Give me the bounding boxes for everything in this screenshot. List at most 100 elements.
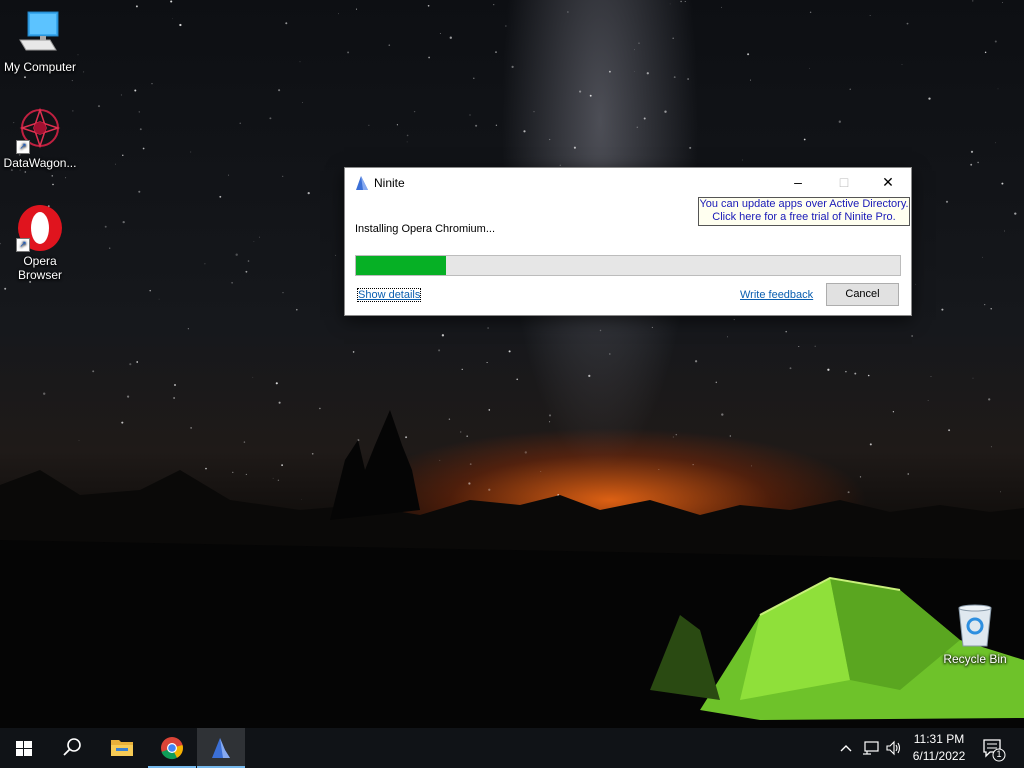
star (869, 15, 871, 16)
install-progress-bar (355, 255, 901, 276)
star (296, 308, 298, 311)
taskbar: 11:31 PM 6/11/2022 1 (0, 728, 1024, 768)
star (487, 327, 489, 329)
ninite-icon (212, 738, 230, 758)
cancel-button[interactable]: Cancel (826, 283, 899, 306)
star (179, 23, 182, 27)
star (338, 13, 339, 15)
desktop-icon-opera-browser[interactable]: ↗ Opera Browser (0, 204, 80, 282)
star (901, 64, 903, 65)
star (138, 111, 141, 113)
star (809, 11, 812, 14)
minimize-button[interactable]: – (775, 168, 821, 196)
desktop-icon-datawagon[interactable]: ↗ DataWagon... (0, 106, 80, 170)
star (204, 263, 206, 265)
star (122, 220, 125, 224)
ninite-taskbar-button[interactable] (197, 728, 245, 768)
star (368, 124, 370, 126)
close-button[interactable]: ✕ (865, 168, 911, 196)
star (1014, 212, 1017, 215)
star (972, 377, 974, 379)
star (235, 253, 238, 256)
star (299, 61, 301, 63)
star (24, 171, 27, 173)
desktop-icon-my-computer[interactable]: My Computer (0, 10, 80, 74)
star (533, 111, 535, 113)
start-button[interactable] (0, 728, 48, 768)
star (505, 25, 507, 27)
ninite-window: Ninite – □ ✕ You can update apps over Ac… (344, 167, 912, 316)
desktop-icon-recycle-bin[interactable]: Recycle Bin (935, 602, 1015, 666)
star (803, 138, 806, 141)
star (449, 36, 452, 39)
clock-date[interactable]: 6/11/2022 (904, 749, 974, 763)
show-details-link[interactable]: Show details (356, 288, 422, 302)
desktop: My Computer ↗ DataWagon... ↗ Opera Brows… (0, 0, 1024, 728)
star (406, 141, 408, 143)
title-bar[interactable]: Ninite – □ ✕ (345, 168, 911, 198)
star (347, 51, 350, 54)
action-center-button[interactable]: 1 (978, 734, 1008, 764)
star (970, 163, 973, 166)
ninite-icon (356, 176, 368, 190)
star (97, 105, 101, 108)
star (634, 49, 635, 51)
start-icon (16, 741, 32, 756)
star (809, 67, 810, 69)
star (275, 382, 278, 385)
clock-time[interactable]: 11:31 PM (904, 732, 974, 746)
star (247, 260, 250, 262)
star (52, 183, 54, 186)
star (608, 353, 611, 355)
star (109, 247, 111, 249)
star (977, 161, 979, 164)
star (995, 142, 997, 144)
star (352, 351, 355, 353)
volume-icon[interactable] (885, 740, 903, 756)
star (285, 22, 288, 25)
write-feedback-link[interactable]: Write feedback (740, 289, 813, 301)
star (664, 110, 667, 113)
star (689, 146, 692, 149)
ninite-pro-promo-link[interactable]: You can update apps over Active Director… (698, 197, 910, 226)
star (646, 72, 649, 75)
chrome-button[interactable] (148, 728, 196, 768)
star (174, 384, 176, 386)
star (51, 175, 53, 177)
network-icon[interactable] (862, 740, 880, 756)
star (151, 83, 153, 85)
star (941, 308, 944, 311)
chevron-up-icon[interactable] (838, 740, 854, 756)
star (406, 134, 409, 137)
desktop-icon-label: Recycle Bin (943, 652, 1007, 666)
star (4, 287, 7, 290)
star (355, 8, 358, 10)
star (516, 378, 519, 381)
star (930, 376, 932, 378)
maximize-button[interactable]: □ (821, 168, 867, 196)
desktop-icon-label: My Computer (3, 60, 77, 74)
star (523, 130, 526, 133)
star (473, 77, 475, 80)
shortcut-arrow-icon: ↗ (16, 140, 30, 154)
star (511, 65, 514, 68)
star (190, 151, 192, 153)
star (990, 308, 992, 310)
star (245, 270, 248, 273)
star (549, 138, 551, 141)
star (486, 361, 488, 364)
star (643, 117, 646, 120)
star (747, 53, 750, 56)
file-explorer-button[interactable] (98, 728, 146, 768)
star (634, 70, 635, 72)
notification-icon (983, 739, 1006, 762)
shortcut-arrow-icon: ↗ (16, 238, 30, 252)
star (71, 80, 73, 82)
search-button[interactable] (48, 728, 96, 768)
star (438, 349, 441, 352)
star (854, 372, 857, 375)
star (638, 42, 640, 44)
star (845, 370, 847, 373)
star (259, 236, 260, 238)
star (170, 0, 173, 3)
